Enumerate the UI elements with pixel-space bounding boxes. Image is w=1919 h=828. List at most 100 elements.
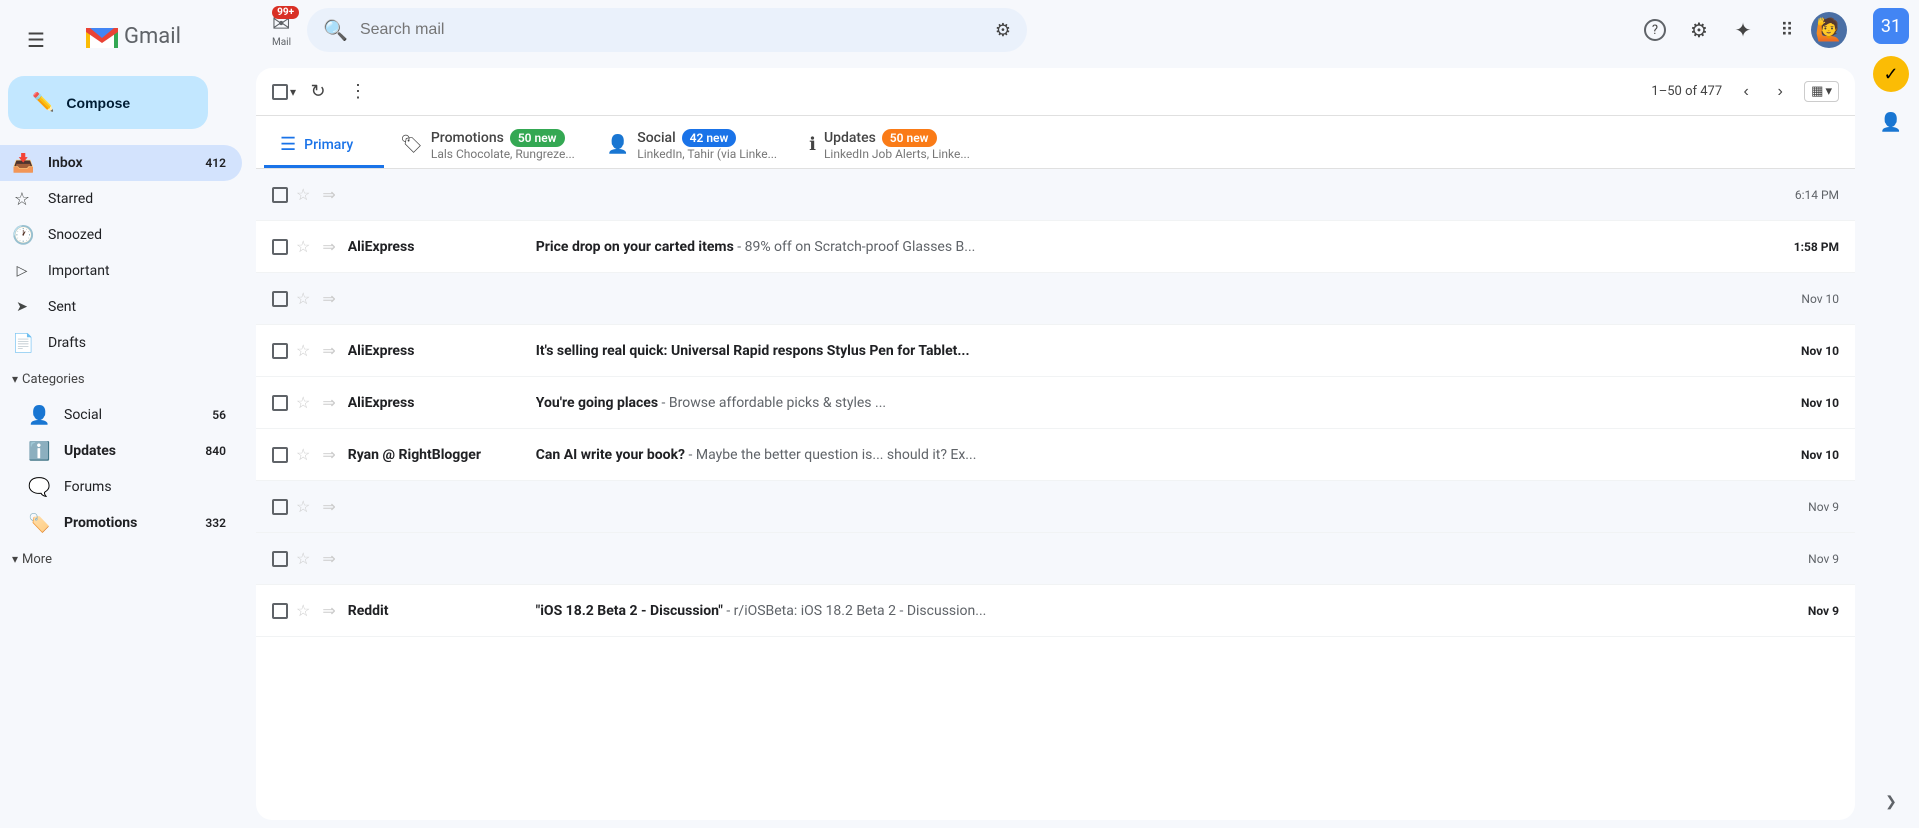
email-subject-preview: It's selling real quick: Universal Rapid… (536, 343, 1785, 359)
tab-social[interactable]: 👤 Social 42 new LinkedIn, Tahir (via Lin… (591, 116, 793, 168)
snooze-button[interactable]: ⇒ (318, 441, 339, 469)
email-time: Nov 10 (1801, 396, 1839, 410)
email-checkbox[interactable] (272, 499, 288, 515)
snooze-button[interactable]: ⇒ (318, 337, 339, 365)
sidebar-item-promotions[interactable]: 🏷️ Promotions 332 (0, 505, 242, 541)
sidebar-item-sent[interactable]: ➤ Sent (0, 289, 242, 325)
email-row[interactable]: ☆ ⇒ Nov 10 (256, 273, 1855, 325)
snooze-button[interactable]: ⇒ (318, 493, 339, 521)
email-row[interactable]: ☆ ⇒ Nov 9 (256, 533, 1855, 585)
snooze-button[interactable]: ⇒ (318, 233, 339, 261)
email-subject-text: You're going places (536, 395, 658, 411)
starred-icon: ☆ (12, 189, 32, 210)
social-tab-icon: 👤 (607, 134, 629, 155)
star-button[interactable]: ☆ (292, 441, 314, 469)
tab-updates[interactable]: ℹ Updates 50 new LinkedIn Job Alerts, Li… (793, 116, 986, 168)
email-row-actions: ☆ ⇒ (272, 389, 340, 417)
prev-page-button[interactable]: ‹ (1730, 76, 1762, 108)
email-checkbox[interactable] (272, 239, 288, 255)
search-filter-icon[interactable]: ⚙ (995, 20, 1011, 41)
sidebar-item-social[interactable]: 👤 Social 56 (0, 397, 242, 433)
email-row[interactable]: ☆ ⇒ AliExpress You're going places - Bro… (256, 377, 1855, 429)
star-button[interactable]: ☆ (292, 545, 314, 573)
sidebar-item-inbox[interactable]: 📥 Inbox 412 (0, 145, 242, 181)
social-tab-badge: 42 new (682, 129, 737, 147)
tasks-widget[interactable]: ✓ (1873, 56, 1909, 92)
refresh-button[interactable]: ↻ (300, 74, 336, 110)
star-button[interactable]: ☆ (292, 233, 314, 261)
gemini-button[interactable]: ✦ (1723, 10, 1763, 50)
email-row[interactable]: ☆ ⇒ 6:14 PM (256, 169, 1855, 221)
email-subject-preview: Price drop on your carted items - 89% of… (536, 239, 1778, 255)
starred-label: Starred (48, 191, 226, 207)
avatar[interactable]: 🙋 (1811, 12, 1847, 48)
drafts-icon: 📄 (12, 333, 32, 354)
email-time: 6:14 PM (1795, 188, 1839, 202)
contacts-widget[interactable]: 👤 (1873, 104, 1909, 140)
more-options-button[interactable]: ⋮ (340, 74, 376, 110)
categories-header[interactable]: ▾ Categories (0, 361, 256, 397)
email-row[interactable]: ☆ ⇒ AliExpress Price drop on your carted… (256, 221, 1855, 273)
toolbar: ▾ ↻ ⋮ 1–50 of 477 ‹ › ▦ ▾ (256, 68, 1855, 116)
tab-promotions[interactable]: 🏷 Promotions 50 new Lals Chocolate, Rung… (384, 116, 591, 168)
email-row[interactable]: ☆ ⇒ AliExpress It's selling real quick: … (256, 325, 1855, 377)
snooze-button[interactable]: ⇒ (318, 597, 339, 625)
more-item[interactable]: ▾ More (0, 541, 256, 577)
star-button[interactable]: ☆ (292, 337, 314, 365)
snooze-button[interactable]: ⇒ (318, 545, 339, 573)
more-chevron: ▾ (12, 552, 18, 566)
select-all-checkbox[interactable] (272, 84, 288, 100)
email-row[interactable]: ☆ ⇒ Ryan @ RightBlogger Can AI write you… (256, 429, 1855, 481)
expand-panel-button[interactable]: ❯ (1873, 784, 1909, 820)
sidebar-item-updates[interactable]: ℹ️ Updates 840 (0, 433, 242, 469)
email-time: Nov 10 (1801, 292, 1839, 306)
email-checkbox[interactable] (272, 603, 288, 619)
calendar-widget[interactable]: 31 (1873, 8, 1909, 44)
snooze-button[interactable]: ⇒ (318, 389, 339, 417)
gmail-text: Gmail (124, 24, 181, 49)
sidebar: ☰ Gmail ✏️ Compose 📥 Inbox 412 ☆ Starred (0, 0, 256, 828)
email-checkbox[interactable] (272, 343, 288, 359)
avatar-image: 🙋 (1815, 18, 1842, 43)
select-chevron[interactable]: ▾ (290, 85, 296, 99)
email-sender: Ryan @ RightBlogger (348, 447, 528, 463)
email-checkbox[interactable] (272, 447, 288, 463)
search-input[interactable] (360, 21, 983, 39)
compose-button[interactable]: ✏️ Compose (8, 76, 208, 129)
email-checkbox[interactable] (272, 395, 288, 411)
snooze-button[interactable]: ⇒ (318, 181, 339, 209)
email-checkbox[interactable] (272, 551, 288, 567)
next-page-button[interactable]: › (1764, 76, 1796, 108)
tab-primary[interactable]: ☰ Primary (264, 116, 384, 168)
email-time: Nov 9 (1808, 604, 1839, 618)
categories-label: Categories (22, 372, 85, 387)
email-time: Nov 9 (1808, 552, 1839, 566)
star-button[interactable]: ☆ (292, 597, 314, 625)
email-row[interactable]: ☆ ⇒ Reddit "iOS 18.2 Beta 2 - Discussion… (256, 585, 1855, 637)
sidebar-item-drafts[interactable]: 📄 Drafts (0, 325, 242, 361)
email-checkbox[interactable] (272, 187, 288, 203)
sidebar-item-snoozed[interactable]: 🕐 Snoozed (0, 217, 242, 253)
email-row[interactable]: ☆ ⇒ Nov 9 (256, 481, 1855, 533)
primary-tab-label: Primary (304, 137, 353, 153)
updates-tab-label: Updates (824, 130, 876, 146)
sidebar-item-starred[interactable]: ☆ Starred (0, 181, 242, 217)
star-button[interactable]: ☆ (292, 493, 314, 521)
updates-icon: ℹ️ (28, 441, 48, 462)
apps-button[interactable]: ⠿ (1767, 10, 1807, 50)
help-button[interactable]: ? (1635, 10, 1675, 50)
view-toggle[interactable]: ▦ ▾ (1804, 81, 1839, 102)
sidebar-item-forums[interactable]: 🗨️ Forums (0, 469, 242, 505)
email-preview-text: - 89% off on Scratch-proof Glasses B... (737, 239, 975, 255)
hamburger-menu[interactable]: ☰ (16, 20, 56, 60)
help-icon: ? (1644, 19, 1666, 41)
promotions-tab-badge: 50 new (510, 129, 565, 147)
settings-button[interactable]: ⚙ (1679, 10, 1719, 50)
star-button[interactable]: ☆ (292, 389, 314, 417)
star-button[interactable]: ☆ (292, 285, 314, 313)
snooze-button[interactable]: ⇒ (318, 285, 339, 313)
star-button[interactable]: ☆ (292, 181, 314, 209)
email-checkbox[interactable] (272, 291, 288, 307)
sidebar-item-important[interactable]: ▷ Important (0, 253, 242, 289)
email-row-actions: ☆ ⇒ (272, 181, 340, 209)
